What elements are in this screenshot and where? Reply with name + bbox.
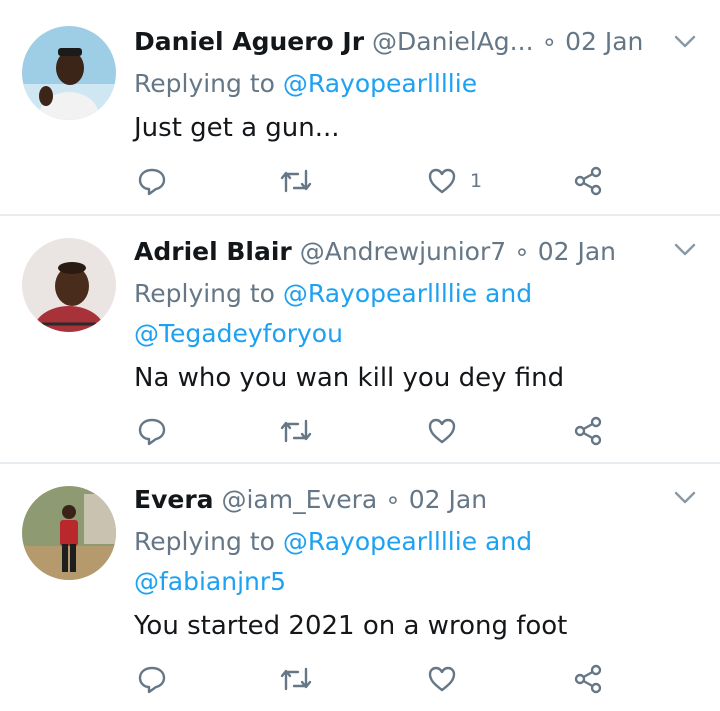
retweet-button[interactable]: [278, 164, 314, 198]
tweet-text: Just get a gun...: [134, 113, 340, 143]
author-handle[interactable]: @DanielAg...: [372, 27, 534, 56]
like-button[interactable]: 1: [426, 164, 482, 198]
reply-icon: [138, 168, 166, 196]
replying-to: Replying to @Rayopearllllie and @fabianjn…: [134, 522, 680, 602]
author-name[interactable]: Daniel Aguero Jr: [134, 27, 364, 56]
reply-icon: [138, 666, 166, 694]
reply-button[interactable]: [136, 414, 168, 448]
share-icon: [574, 166, 602, 196]
replying-to-label: Replying to: [134, 279, 283, 308]
retweet-icon: [280, 667, 312, 691]
reply-button[interactable]: [136, 662, 168, 696]
mention-link[interactable]: @Rayopearllllie: [283, 527, 477, 556]
mention-joiner: and: [477, 527, 533, 556]
author-name[interactable]: Evera: [134, 485, 214, 514]
replying-to: Replying to @Rayopearllllie and @Tegadeyf…: [134, 274, 680, 354]
mention-link[interactable]: @fabianjnr5: [134, 567, 286, 596]
author-name[interactable]: Adriel Blair: [134, 237, 292, 266]
reply-icon: [138, 418, 166, 446]
retweet-icon: [280, 169, 312, 193]
like-button[interactable]: [426, 414, 458, 448]
avatar[interactable]: [22, 238, 116, 332]
tweet-date: 02 Jan: [537, 237, 617, 266]
tweet-header: Daniel Aguero Jr @DanielAg... ∘ 02 Jan: [134, 24, 660, 60]
mention-joiner: and: [477, 279, 533, 308]
like-count: 1: [470, 170, 483, 192]
like-icon: [428, 168, 456, 194]
tweet-text: You started 2021 on a wrong foot: [134, 611, 568, 641]
reply-button[interactable]: [136, 164, 168, 198]
reply-tweet[interactable]: Daniel Aguero Jr @DanielAg... ∘ 02 Jan R…: [0, 0, 720, 214]
replying-to: Replying to @Rayopearllllie: [134, 64, 680, 104]
chevron-down-icon[interactable]: [672, 240, 698, 260]
share-icon: [574, 664, 602, 694]
share-button[interactable]: [572, 414, 604, 448]
author-handle[interactable]: @iam_Evera: [221, 485, 377, 514]
tweet-text: Na who you wan kill you dey find: [134, 363, 565, 393]
replying-to-label: Replying to: [134, 69, 283, 98]
separator-dot: ∘: [385, 485, 401, 514]
retweet-button[interactable]: [278, 662, 314, 696]
mention-link[interactable]: @Rayopearllllie: [283, 279, 477, 308]
separator-dot: ∘: [514, 237, 530, 266]
tweet-date: 02 Jan: [565, 27, 644, 56]
like-icon: [428, 418, 456, 444]
author-handle[interactable]: @Andrewjunior7: [300, 237, 506, 266]
tweet-header: Evera @iam_Evera ∘ 02 Jan: [134, 482, 660, 518]
avatar[interactable]: [22, 486, 116, 580]
share-button[interactable]: [572, 164, 604, 198]
like-icon: [428, 666, 456, 692]
chevron-down-icon[interactable]: [672, 488, 698, 508]
share-button[interactable]: [572, 662, 604, 696]
chevron-down-icon[interactable]: [672, 32, 698, 52]
tweet-header: Adriel Blair @Andrewjunior7 ∘ 02 Jan: [134, 234, 660, 270]
retweet-icon: [280, 419, 312, 443]
separator-dot: ∘: [541, 27, 558, 56]
replies-feed: Daniel Aguero Jr @DanielAg... ∘ 02 Jan R…: [0, 0, 720, 711]
reply-tweet[interactable]: Evera @iam_Evera ∘ 02 Jan Replying to @R…: [0, 464, 720, 711]
avatar[interactable]: [22, 26, 116, 120]
reply-tweet[interactable]: Adriel Blair @Andrewjunior7 ∘ 02 Jan Rep…: [0, 216, 720, 462]
replying-to-label: Replying to: [134, 527, 283, 556]
retweet-button[interactable]: [278, 414, 314, 448]
tweet-date: 02 Jan: [408, 485, 488, 514]
mention-link[interactable]: @Rayopearllllie: [283, 69, 477, 98]
like-button[interactable]: [426, 662, 458, 696]
mention-link[interactable]: @Tegadeyforyou: [134, 319, 343, 348]
share-icon: [574, 416, 602, 446]
